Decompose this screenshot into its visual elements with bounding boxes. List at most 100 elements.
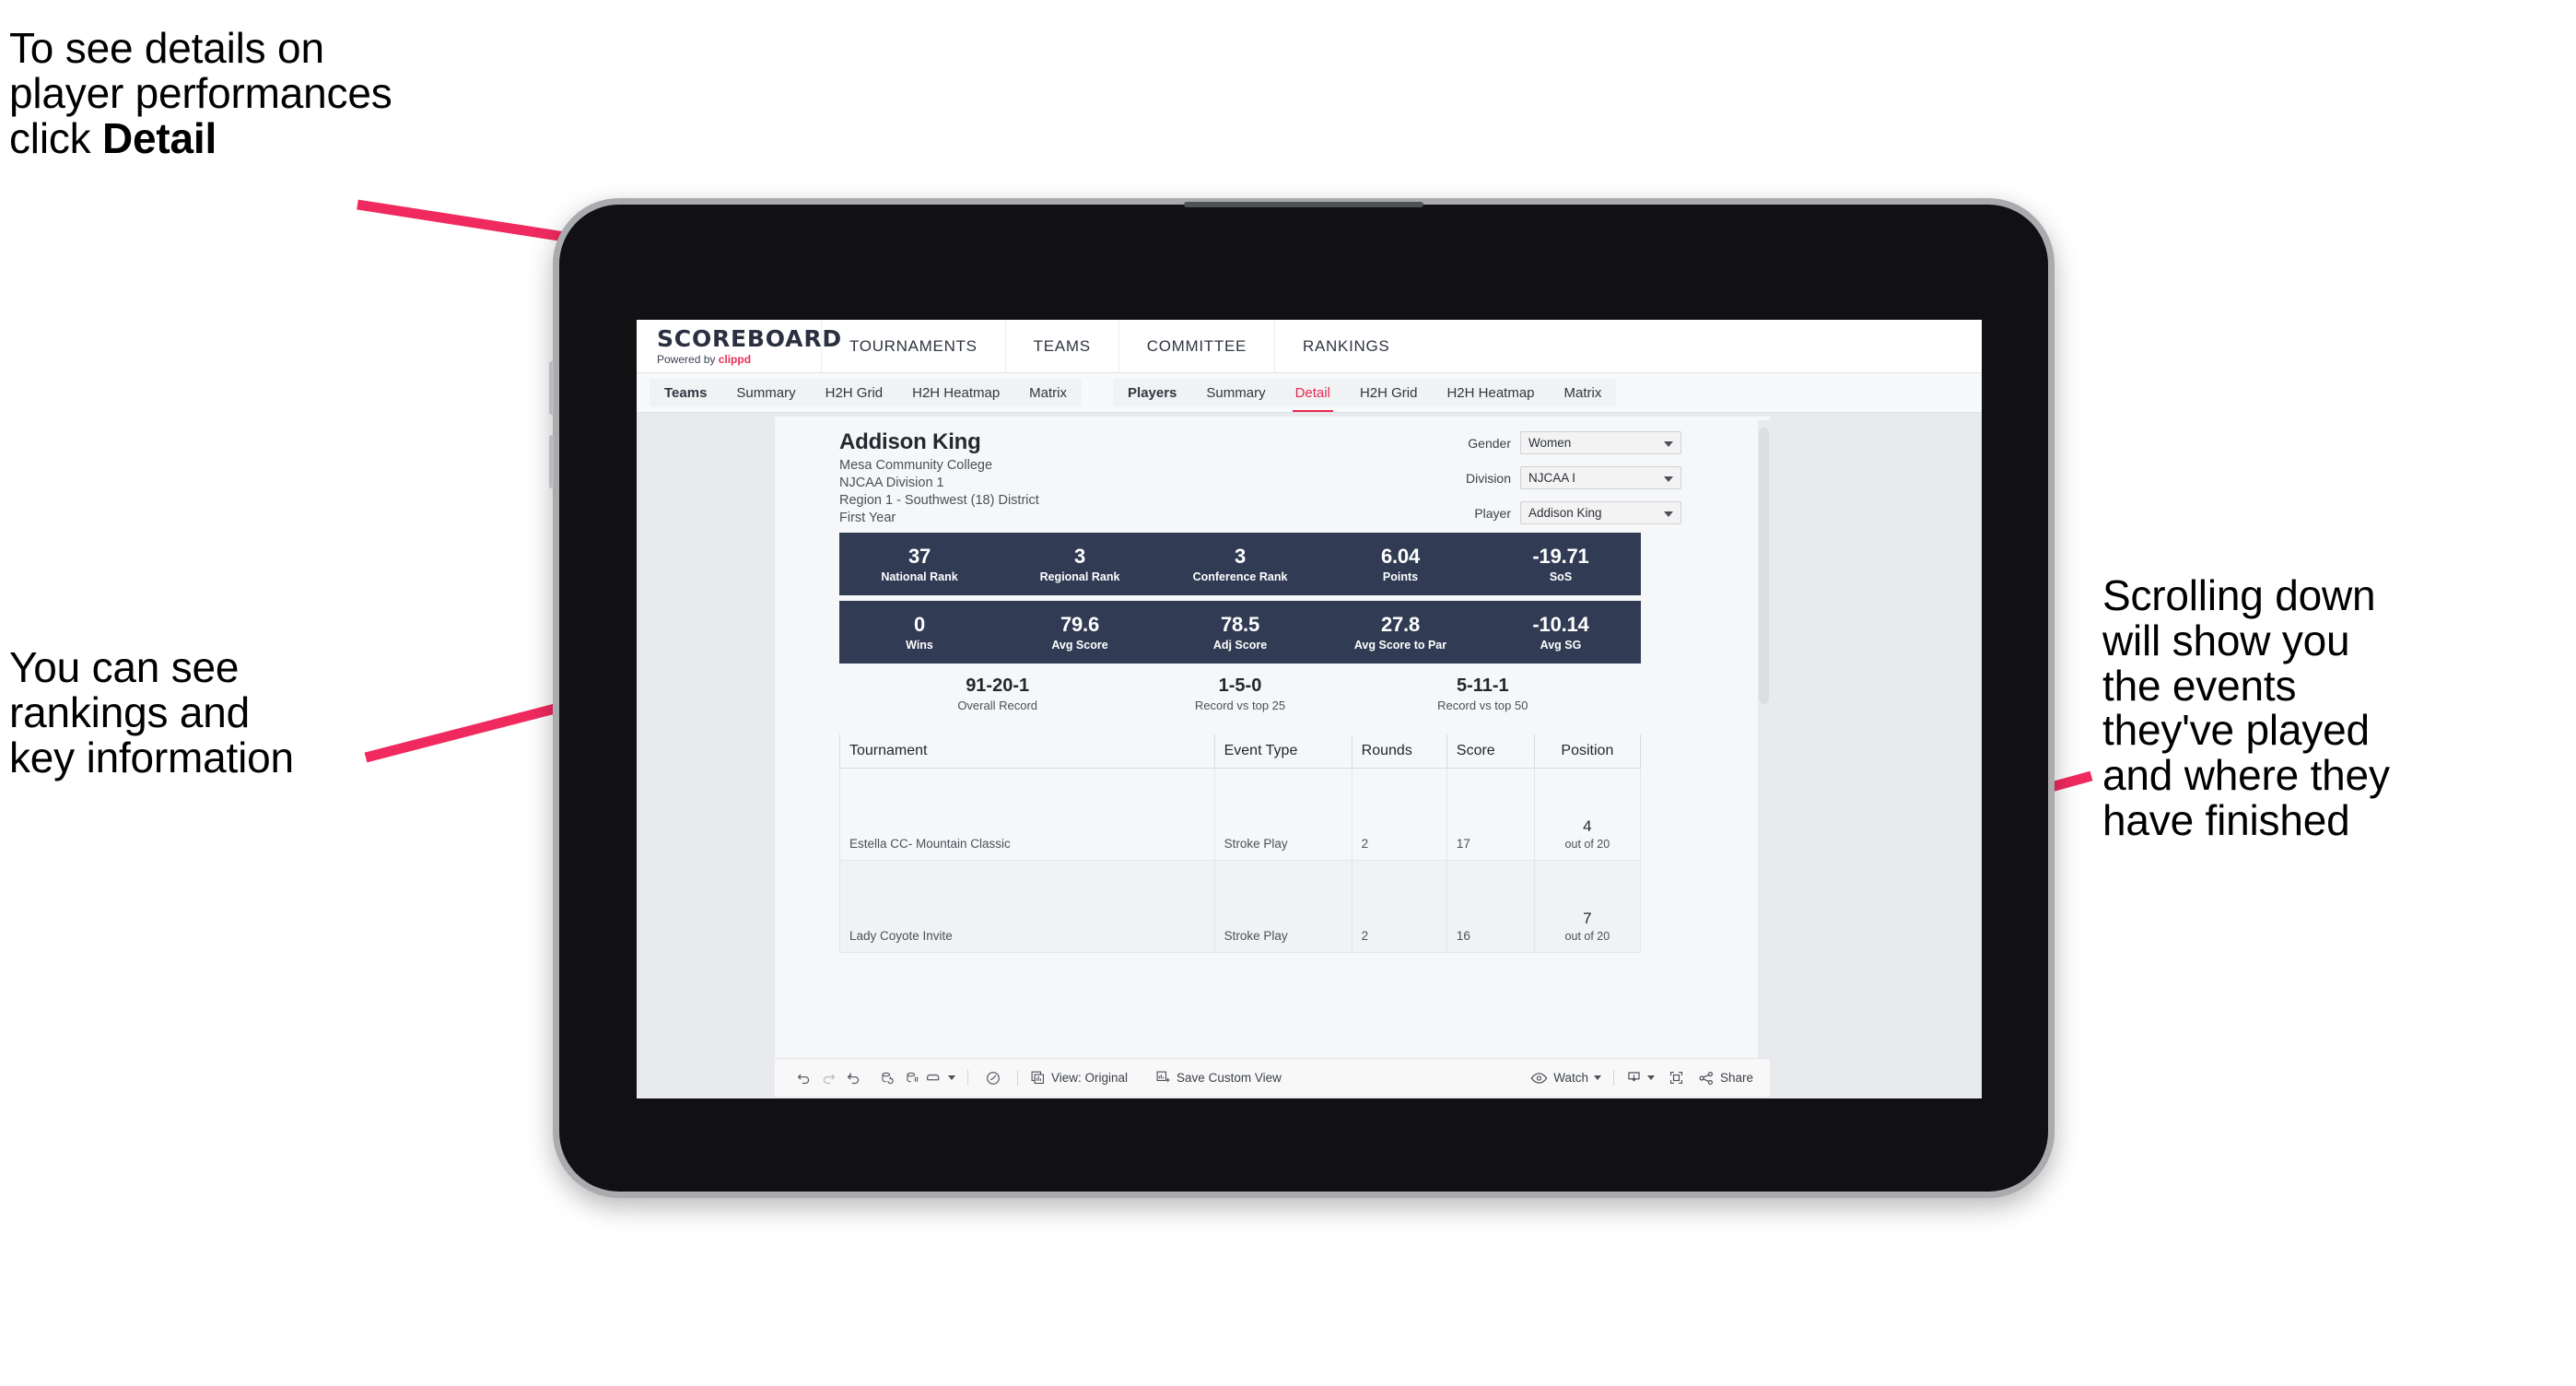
refresh-data-icon[interactable] xyxy=(875,1065,900,1090)
stat-label: Adj Score xyxy=(1212,639,1268,652)
pause-updates-dropdown[interactable] xyxy=(925,1072,955,1085)
stat-label: Regional Rank xyxy=(1039,570,1120,583)
tab-player-h2h-grid[interactable]: H2H Grid xyxy=(1345,379,1433,407)
header-position[interactable]: Position xyxy=(1533,734,1642,769)
download-button[interactable] xyxy=(1626,1070,1655,1086)
position-outof: out of 20 xyxy=(1564,838,1610,851)
cell-event-type: Stroke Play xyxy=(1213,860,1352,953)
stat-label: SoS xyxy=(1549,570,1573,583)
stat-regional-rank: 3 Regional Rank xyxy=(1000,545,1160,583)
brand-logo[interactable]: SCOREBOARD Powered by clippd xyxy=(637,324,842,366)
fullscreen-icon[interactable] xyxy=(1664,1065,1689,1090)
stat-wins: 0 Wins xyxy=(839,613,1000,652)
watch-button[interactable]: Watch xyxy=(1530,1071,1601,1085)
stat-value: 0 xyxy=(913,613,926,636)
stat-value: 37 xyxy=(907,545,931,568)
tab-players[interactable]: Players xyxy=(1113,379,1191,407)
header-rounds[interactable]: Rounds xyxy=(1351,734,1447,769)
scrollbar-thumb[interactable] xyxy=(1759,428,1769,704)
pause-auto-update-icon[interactable] xyxy=(900,1065,925,1090)
player-tab-group: Players Summary Detail H2H Grid H2H Heat… xyxy=(1113,378,1617,412)
chevron-down-icon xyxy=(1664,476,1673,482)
nav-tournaments[interactable]: TOURNAMENTS xyxy=(821,320,1005,372)
cell-position: 4 out of 20 xyxy=(1533,768,1642,861)
stat-avg-sg: -10.14 Avg SG xyxy=(1481,613,1641,652)
tab-player-detail[interactable]: Detail xyxy=(1281,379,1345,412)
brand-title: SCOREBOARD xyxy=(657,324,842,352)
tab-player-h2h-heatmap[interactable]: H2H Heatmap xyxy=(1432,379,1549,407)
gender-label: Gender xyxy=(1468,435,1511,451)
show-history-icon[interactable] xyxy=(980,1065,1005,1090)
cell-tournament: Lady Coyote Invite xyxy=(839,860,1215,953)
cell-position: 7 out of 20 xyxy=(1533,860,1642,953)
team-tab-group: Teams Summary H2H Grid H2H Heatmap Matri… xyxy=(650,378,1083,407)
table-row[interactable]: Estella CC- Mountain Classic Stroke Play… xyxy=(839,768,1642,861)
stat-sos: -19.71 SoS xyxy=(1481,545,1641,583)
stats-row-scoring: 0 Wins 79.6 Avg Score 78.5 Adj Score 27.… xyxy=(839,601,1641,664)
toolbar-divider xyxy=(967,1070,968,1086)
record-label: Record vs top 50 xyxy=(1437,699,1528,712)
chevron-down-icon xyxy=(948,1075,955,1080)
stat-conference-rank: 3 Conference Rank xyxy=(1160,545,1320,583)
top-navigation: TOURNAMENTS TEAMS COMMITTEE RANKINGS xyxy=(821,320,1417,372)
cell-rounds: 2 xyxy=(1351,860,1447,953)
filter-selectors: Gender Women Division NJCAA I Player Add… xyxy=(1405,431,1681,536)
share-button[interactable]: Share xyxy=(1698,1071,1753,1086)
table-row[interactable]: Lady Coyote Invite Stroke Play 2 16 7 ou… xyxy=(839,860,1642,953)
nav-committee[interactable]: COMMITTEE xyxy=(1118,320,1274,372)
record-overall: 91-20-1 Overall Record xyxy=(876,675,1118,712)
chevron-down-icon xyxy=(1593,1075,1601,1080)
stats-row-rankings: 37 National Rank 3 Regional Rank 3 Confe… xyxy=(839,533,1641,595)
cell-event-type: Stroke Play xyxy=(1213,768,1352,861)
share-label: Share xyxy=(1719,1071,1753,1085)
division-select[interactable]: NJCAA I xyxy=(1520,466,1681,489)
header-event-type[interactable]: Event Type xyxy=(1213,734,1352,769)
stat-label: Avg SG xyxy=(1540,639,1582,652)
stat-value: 3 xyxy=(1073,545,1086,568)
cell-score: 17 xyxy=(1446,768,1535,861)
tab-player-summary[interactable]: Summary xyxy=(1191,379,1280,407)
vertical-scrollbar[interactable] xyxy=(1758,420,1770,1065)
tab-team-matrix[interactable]: Matrix xyxy=(1014,379,1082,407)
tab-teams[interactable]: Teams xyxy=(650,379,721,407)
clippd-name: clippd xyxy=(718,352,752,366)
chevron-down-icon xyxy=(1664,511,1673,517)
player-label: Player xyxy=(1474,505,1511,521)
view-original-button[interactable]: View: Original xyxy=(1030,1070,1128,1086)
watch-label: Watch xyxy=(1553,1071,1588,1085)
player-header: Addison King Mesa Community College NJCA… xyxy=(839,429,1681,525)
stat-value: -19.71 xyxy=(1532,545,1589,568)
stat-label: Wins xyxy=(906,639,933,652)
dashboard-canvas: Addison King Mesa Community College NJCA… xyxy=(637,413,1982,1097)
revert-icon[interactable] xyxy=(841,1065,866,1090)
chevron-down-icon xyxy=(1646,1075,1655,1080)
header-tournament[interactable]: Tournament xyxy=(839,734,1215,769)
player-value: Addison King xyxy=(1528,506,1602,520)
annotation-top-left: To see details on player performances cl… xyxy=(9,26,617,160)
undo-icon[interactable] xyxy=(791,1065,816,1090)
stat-avg-score-to-par: 27.8 Avg Score to Par xyxy=(1320,613,1481,652)
cell-tournament: Estella CC- Mountain Classic xyxy=(839,768,1215,861)
stat-label: Points xyxy=(1382,570,1419,583)
header-score[interactable]: Score xyxy=(1446,734,1535,769)
redo-icon[interactable] xyxy=(816,1065,841,1090)
nav-teams[interactable]: TEAMS xyxy=(1004,320,1118,372)
gender-select[interactable]: Women xyxy=(1520,431,1681,454)
stat-value: 3 xyxy=(1234,545,1247,568)
record-vs-top-25: 1-5-0 Record vs top 25 xyxy=(1118,675,1361,712)
tab-team-h2h-heatmap[interactable]: H2H Heatmap xyxy=(897,379,1014,407)
tab-team-summary[interactable]: Summary xyxy=(721,379,810,407)
volume-up-button[interactable] xyxy=(549,361,554,415)
volume-down-button[interactable] xyxy=(549,435,554,488)
tournaments-table: Tournament Event Type Rounds Score Posit… xyxy=(839,734,1642,953)
stat-national-rank: 37 National Rank xyxy=(839,545,1000,583)
stat-value: 6.04 xyxy=(1380,545,1421,568)
tab-player-matrix[interactable]: Matrix xyxy=(1550,379,1617,407)
save-custom-view-button[interactable]: Save Custom View xyxy=(1155,1070,1282,1086)
tab-team-h2h-grid[interactable]: H2H Grid xyxy=(811,379,898,407)
stat-points: 6.04 Points xyxy=(1320,545,1481,583)
player-select[interactable]: Addison King xyxy=(1520,501,1681,524)
view-original-label: View: Original xyxy=(1051,1071,1129,1085)
toolbar-divider xyxy=(1612,1070,1614,1086)
nav-rankings[interactable]: RANKINGS xyxy=(1274,320,1417,372)
